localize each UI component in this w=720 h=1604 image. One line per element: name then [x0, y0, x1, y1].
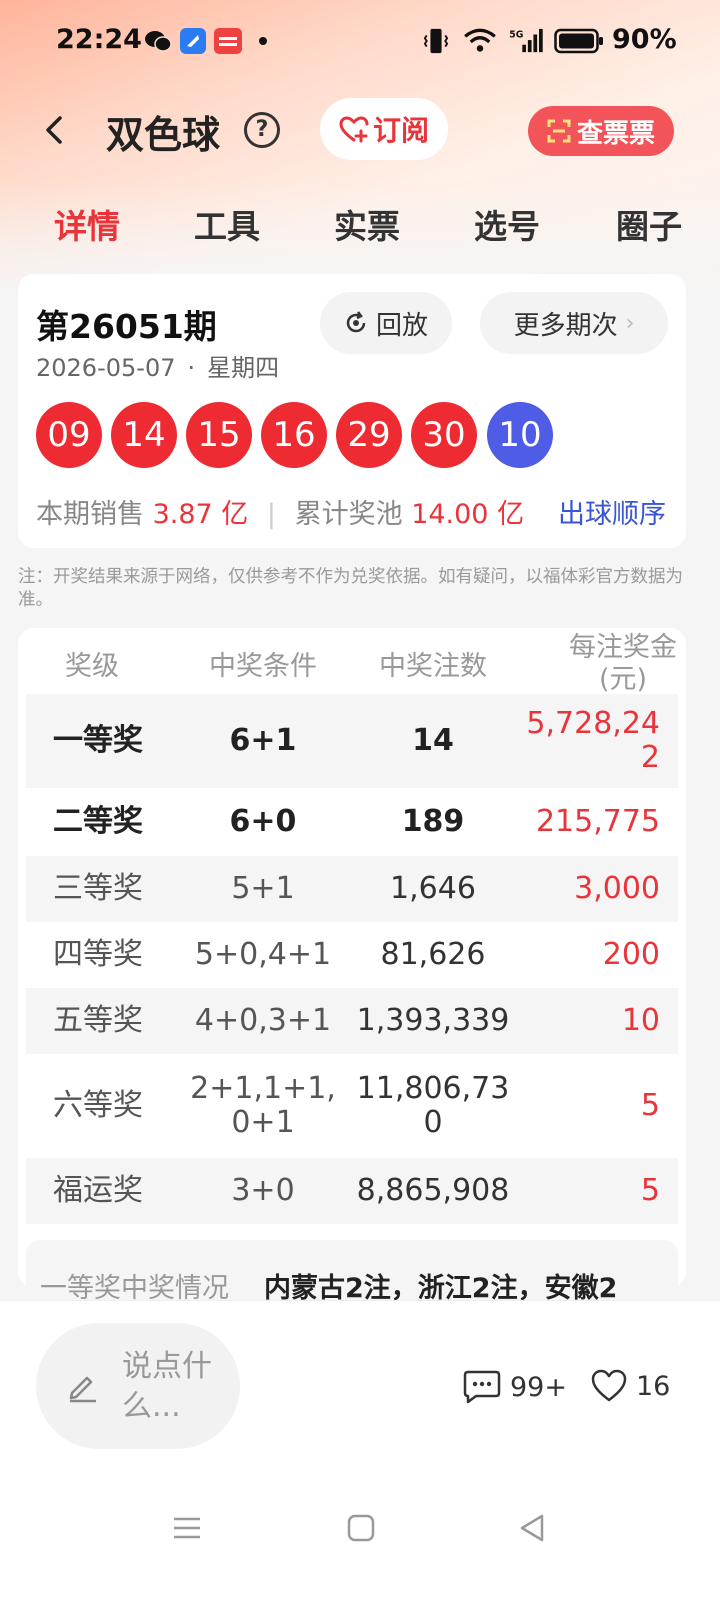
table-row: 二等奖 6+0 189 215,775	[53, 804, 660, 839]
menu-nav-icon[interactable]	[170, 1511, 204, 1545]
header-condition: 中奖条件	[209, 651, 317, 682]
comment-bubble-icon	[463, 1370, 501, 1404]
like-button[interactable]: 16	[590, 1369, 670, 1403]
table-row: 六等奖 2+1,1+1,0+1 11,806,730 5	[53, 1071, 660, 1140]
wifi-icon	[464, 28, 496, 52]
more-issues-button[interactable]: 更多期次 ›	[480, 292, 668, 354]
toutiao-app-icon	[214, 28, 242, 54]
blue-ball: 10	[487, 402, 553, 468]
pool-value: 14.00 亿	[411, 499, 525, 530]
wechat-icon	[145, 31, 172, 52]
tab-details[interactable]: 详情	[54, 200, 120, 248]
signal-5g-icon: 5G	[509, 28, 543, 53]
table-row: 四等奖 5+0,4+1 81,626 200	[53, 937, 660, 972]
battery-percent: 90%	[612, 24, 677, 55]
heart-icon	[591, 1369, 627, 1402]
status-bar: 22:24 5G 90%	[0, 0, 720, 84]
replay-button[interactable]: 回放	[320, 292, 452, 354]
tab-tools[interactable]: 工具	[194, 200, 260, 248]
vibrate-icon	[424, 28, 448, 54]
check-ticket-button[interactable]: 查票票	[528, 106, 674, 156]
help-icon[interactable]: ?	[244, 112, 280, 148]
battery-icon	[554, 28, 603, 54]
red-ball: 09	[36, 402, 102, 468]
header-level: 奖级	[65, 651, 119, 682]
red-ball: 15	[186, 402, 252, 468]
red-ball: 30	[411, 402, 477, 468]
ball-order-link[interactable]: 出球顺序	[558, 492, 666, 531]
table-row: 三等奖 5+1 1,646 3,000	[26, 856, 678, 922]
replay-icon	[346, 311, 366, 333]
comments-button[interactable]: 99+	[462, 1369, 567, 1405]
back-nav-icon[interactable]	[516, 1511, 550, 1545]
tab-bar: 详情 工具 实票 选号 圈子	[0, 200, 720, 256]
page-title: 双色球	[106, 113, 221, 157]
disclaimer-note: 注：开奖结果来源于网络，仅供参考不作为兑奖依据。如有疑问，以福体彩官方数据为准。	[18, 567, 683, 610]
tab-real-tickets[interactable]: 实票	[334, 200, 400, 248]
draw-date: 2026-05-07 · 星期四	[36, 354, 280, 382]
header-count: 中奖注数	[379, 651, 487, 682]
status-time: 22:24	[56, 24, 142, 55]
browser-app-icon	[180, 28, 206, 54]
system-nav-bar	[0, 1501, 720, 1601]
more-notifications-dot-icon	[259, 37, 267, 45]
red-ball: 29	[336, 402, 402, 468]
chevron-right-icon: ›	[625, 310, 635, 336]
subscribe-label: 订阅	[372, 114, 429, 147]
draw-issue: 第26051期	[36, 307, 217, 346]
table-row: 五等奖 4+0,3+1 1,393,339 10	[26, 988, 678, 1054]
scan-icon	[547, 119, 571, 143]
tab-circle[interactable]: 圈子	[616, 200, 682, 248]
check-ticket-label: 查票票	[576, 118, 655, 149]
back-arrow-icon[interactable]	[36, 110, 76, 150]
subscribe-button[interactable]: 订阅	[320, 98, 448, 160]
comment-count: 99+	[510, 1371, 567, 1403]
heart-plus-icon	[339, 116, 369, 143]
pencil-icon	[69, 1376, 96, 1403]
sales-info: 本期销售 3.87 亿 | 累计奖池 14.00 亿	[36, 499, 525, 530]
bottom-bar: 说点什么... 99+ 16	[0, 1300, 720, 1604]
prize-table-header: 奖级 中奖条件 中奖注数 每注奖金(元)	[18, 628, 686, 694]
comment-placeholder: 说点什么...	[122, 1349, 212, 1424]
home-nav-icon[interactable]	[344, 1511, 378, 1545]
header-prize: 每注奖金(元)	[569, 632, 677, 694]
tab-pick-numbers[interactable]: 选号	[474, 200, 540, 248]
red-ball: 16	[261, 402, 327, 468]
svg-text:5G: 5G	[509, 29, 523, 40]
like-count: 16	[636, 1370, 671, 1402]
table-row: 一等奖 6+1 14 5,728,242	[26, 694, 678, 788]
comment-input[interactable]: 说点什么...	[36, 1323, 240, 1449]
red-ball: 14	[111, 402, 177, 468]
table-row: 福运奖 3+0 8,865,908 5	[26, 1158, 678, 1224]
sales-value: 3.87 亿	[152, 499, 249, 530]
